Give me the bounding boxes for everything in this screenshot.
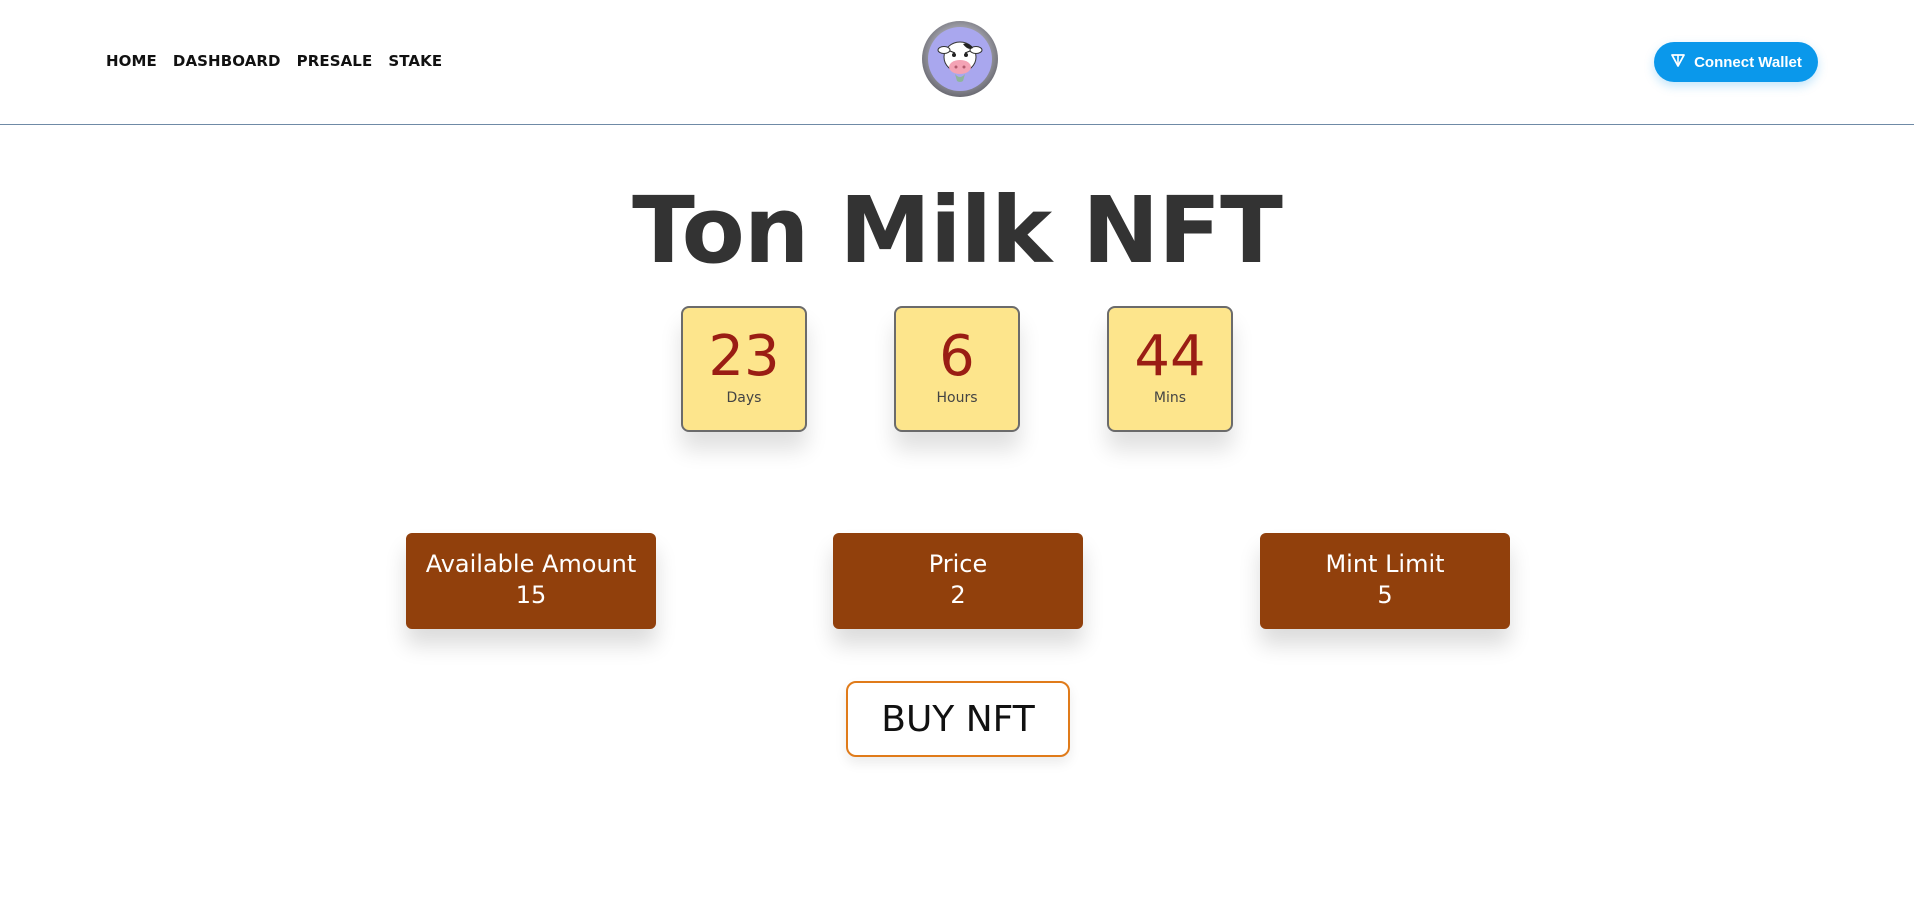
countdown-days-value: 23	[708, 324, 780, 389]
price-label: Price	[928, 550, 988, 578]
nav-presale[interactable]: PRESALE	[297, 52, 373, 70]
main-nav: HOME DASHBOARD PRESALE STAKE	[106, 52, 442, 70]
nav-home[interactable]: HOME	[106, 52, 157, 70]
page: HOME DASHBOARD PRESALE STAKE Connect Wal…	[0, 0, 1914, 908]
countdown-hours-value: 6	[939, 324, 975, 389]
mint-limit-card: Mint Limit 5	[1260, 533, 1510, 629]
countdown-hours: 6 Hours	[894, 306, 1020, 432]
price-value: 2	[950, 581, 966, 609]
countdown-days: 23 Days	[681, 306, 807, 432]
available-amount-label: Available Amount	[425, 550, 637, 578]
available-amount-card: Available Amount 15	[406, 533, 656, 629]
countdown-mins-label: Mins	[1153, 390, 1187, 406]
connect-wallet-button[interactable]: Connect Wallet	[1654, 42, 1818, 82]
countdown-mins: 44 Mins	[1107, 306, 1233, 432]
page-title: Ton Milk NFT	[632, 177, 1283, 284]
cow-avatar-logo-icon[interactable]	[919, 20, 1001, 98]
mint-limit-label: Mint Limit	[1325, 550, 1445, 578]
connect-wallet-label: Connect Wallet	[1694, 53, 1802, 71]
countdown-mins-value: 44	[1134, 324, 1206, 389]
ton-diamond-icon	[1670, 52, 1686, 72]
buy-nft-button[interactable]: BUY NFT	[846, 681, 1070, 757]
countdown-days-label: Days	[726, 390, 762, 406]
available-amount-value: 15	[515, 581, 547, 609]
countdown-hours-label: Hours	[936, 390, 978, 406]
mint-limit-value: 5	[1377, 581, 1393, 609]
nav-stake[interactable]: STAKE	[388, 52, 442, 70]
header: HOME DASHBOARD PRESALE STAKE Connect Wal…	[0, 0, 1914, 125]
price-card: Price 2	[833, 533, 1083, 629]
nav-dashboard[interactable]: DASHBOARD	[173, 52, 281, 70]
